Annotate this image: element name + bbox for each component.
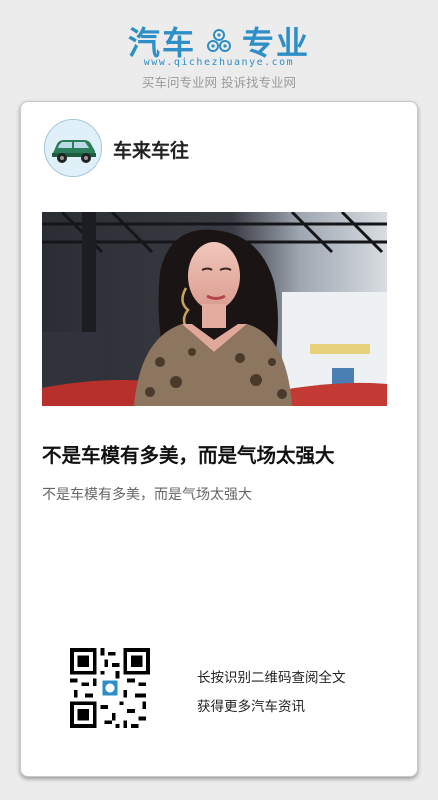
auto-show-model-photo[interactable] <box>42 212 387 406</box>
article-summary: 不是车模有多美，而是气场太强大 <box>42 487 252 503</box>
site-slogan: 买车问专业网 投诉找专业网 <box>142 75 296 90</box>
car-avatar-icon[interactable] <box>44 119 102 177</box>
author-name[interactable]: 车来车往 <box>113 136 189 163</box>
site-header: 汽车 专业 www.qichezhuanye.com 买车问专业网 投诉找专业网 <box>0 0 438 96</box>
qr-instructions: 长按识别二维码查阅全文 获得更多汽车资讯 <box>197 664 346 722</box>
site-url[interactable]: www.qichezhuanye.com <box>0 57 438 68</box>
article-title[interactable]: 不是车模有多美，而是气场太强大 <box>42 439 402 468</box>
gear-icon <box>207 29 231 52</box>
share-card: 车来车往 不是车模有多美，而是气场太强大 不是车模有多美，而是气场太强大 长按识… <box>20 101 418 777</box>
qr-code-icon[interactable] <box>70 648 150 728</box>
qr-line-scan: 长按识别二维码查阅全文 <box>197 670 346 686</box>
qr-line-more: 获得更多汽车资讯 <box>197 699 305 715</box>
